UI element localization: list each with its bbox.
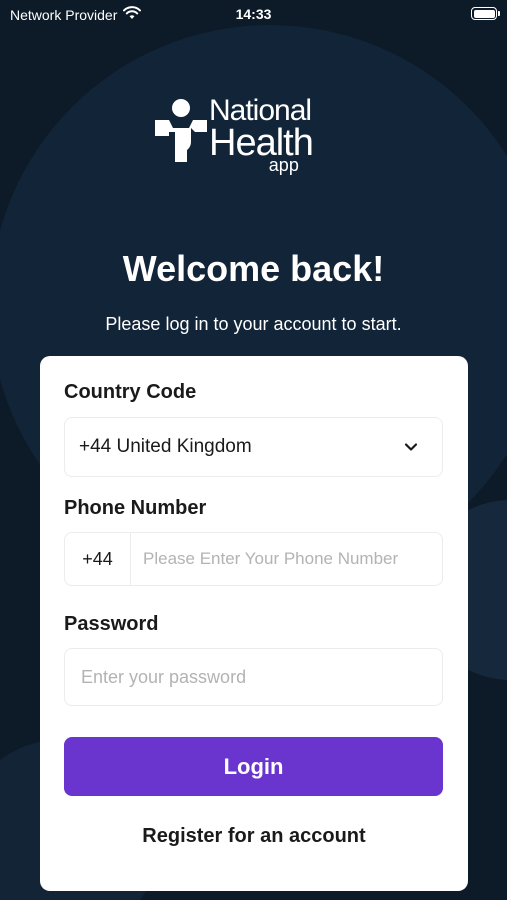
password-input[interactable] <box>65 649 442 705</box>
app-logo: National Health app <box>155 96 355 186</box>
status-right <box>471 7 500 20</box>
status-bar: Network Provider 14:33 <box>0 0 507 28</box>
login-card: Country Code +44 United Kingdom Phone Nu… <box>40 356 468 891</box>
country-code-label: Country Code <box>64 381 197 403</box>
login-button[interactable]: Login <box>64 737 443 796</box>
health-person-icon <box>155 99 207 162</box>
phone-number-field: +44 <box>64 532 443 586</box>
page-title: Welcome back! <box>122 248 385 289</box>
battery-icon <box>471 7 500 20</box>
phone-prefix[interactable]: +44 <box>65 533 131 585</box>
country-code-value: +44 United Kingdom <box>79 436 252 457</box>
page-subtitle: Please log in to your account to start. <box>105 314 402 334</box>
register-link[interactable]: Register for an account <box>40 825 468 848</box>
logo-wordmark: National Health app <box>209 96 314 175</box>
password-label: Password <box>64 613 159 635</box>
phone-number-input[interactable] <box>131 533 442 585</box>
phone-number-label: Phone Number <box>64 497 207 519</box>
login-screen: Network Provider 14:33 National Health a… <box>0 0 507 900</box>
country-code-select[interactable]: +44 United Kingdom <box>64 417 443 477</box>
status-time: 14:33 <box>235 6 272 22</box>
chevron-down-icon <box>404 443 418 451</box>
password-field <box>64 648 443 706</box>
